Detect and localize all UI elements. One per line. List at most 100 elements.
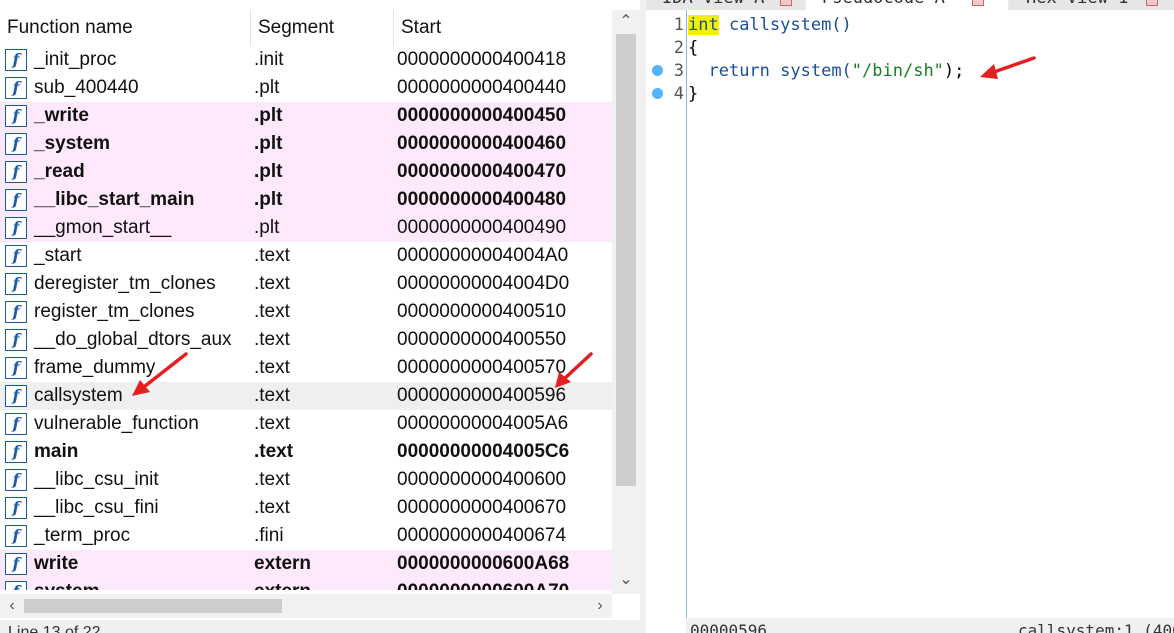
function-row[interactable]: f _read .plt 0000000000400470 — [0, 158, 612, 186]
function-row[interactable]: f main .text 00000000004005C6 — [0, 438, 612, 466]
function-row[interactable]: f __libc_start_main .plt 0000000000400480 — [0, 186, 612, 214]
function-row[interactable]: f sub_400440 .plt 0000000000400440 — [0, 74, 612, 102]
string-literal: "/bin/sh" — [851, 61, 944, 81]
breakpoint-dot-icon[interactable] — [652, 65, 663, 76]
function-segment: .text — [254, 441, 294, 462]
function-name: __do_global_dtors_aux — [34, 329, 232, 350]
function-segment: .plt — [254, 77, 280, 98]
function-icon: f — [5, 133, 27, 155]
function-name: _write — [34, 105, 89, 126]
status-location: callsystem:1 (400596) — [1018, 621, 1174, 633]
function-segment: .text — [254, 385, 290, 406]
column-header-function-name[interactable]: Function name — [0, 10, 250, 46]
function-icon: f — [5, 77, 27, 99]
function-start-address: 0000000000400440 — [397, 77, 567, 98]
breakpoint-dot-icon[interactable] — [652, 88, 663, 99]
function-row[interactable]: f __libc_csu_init .text 0000000000400600 — [0, 466, 612, 494]
column-header-segment[interactable]: Segment — [250, 10, 393, 46]
vertical-scrollbar[interactable]: ⌃ ⌄ — [612, 10, 640, 594]
function-icon: f — [5, 385, 27, 407]
line-number: 3 — [673, 61, 684, 81]
function-name: main — [34, 441, 79, 462]
function-icon: f — [5, 469, 27, 491]
function-row[interactable]: f __libc_csu_fini .text 0000000000400670 — [0, 494, 612, 522]
function-signature: callsystem() — [718, 15, 852, 35]
function-icon: f — [5, 105, 27, 127]
pseudocode-status-line: 00000596 callsystem:1 (400596) — [686, 618, 1174, 633]
chevron-up-icon[interactable]: ⌃ — [612, 10, 640, 34]
function-icon: f — [5, 301, 27, 323]
vertical-scrollbar-thumb[interactable] — [616, 34, 636, 486]
function-start-address: 00000000004004A0 — [397, 245, 569, 266]
function-start-address: 0000000000400480 — [397, 189, 567, 210]
function-segment: .plt — [254, 133, 283, 154]
function-segment: .text — [254, 273, 290, 294]
function-start-address: 00000000004005A6 — [397, 413, 569, 434]
horizontal-scrollbar-thumb[interactable] — [24, 599, 282, 613]
functions-status-line: Line 13 of 22 — [0, 620, 640, 633]
pseudocode-editor[interactable]: 1 2 3 4 int callsystem() { return system… — [646, 10, 1174, 618]
close-icon[interactable] — [972, 0, 984, 6]
tab-ida-view-a[interactable]: IDA View-A — [646, 0, 804, 10]
tab-label: IDA View-A — [662, 0, 764, 8]
function-segment: .text — [254, 413, 290, 434]
function-icon: f — [5, 413, 27, 435]
function-name: _term_proc — [34, 525, 131, 546]
function-icon: f — [5, 245, 27, 267]
function-icon: f — [5, 581, 27, 590]
function-row[interactable]: f vulnerable_function .text 00000000004005A… — [0, 410, 612, 438]
function-row[interactable]: f _term_proc .fini 0000000000400674 — [0, 522, 612, 550]
function-row[interactable]: f _system .plt 0000000000400460 — [0, 130, 612, 158]
chevron-down-icon[interactable]: ⌄ — [612, 568, 640, 592]
function-icon: f — [5, 525, 27, 547]
tab-label: Hex View-1 — [1026, 0, 1128, 8]
chevron-right-icon[interactable]: › — [588, 594, 612, 618]
function-name: deregister_tm_clones — [34, 273, 216, 294]
function-icon: f — [5, 329, 27, 351]
function-start-address: 0000000000400596 — [397, 385, 567, 406]
function-name: _read — [34, 161, 85, 182]
close-icon[interactable] — [1146, 0, 1158, 6]
function-segment: extern — [254, 553, 312, 574]
code-line-4[interactable]: } — [688, 82, 698, 106]
function-row[interactable]: f __gmon_start__ .plt 0000000000400490 — [0, 214, 612, 242]
functions-table-body: f _init_proc .init 0000000000400418 f sub_400… — [0, 46, 612, 590]
function-row[interactable]: fsystem extern 0000000000600A70 — [0, 578, 612, 590]
function-row[interactable]: f __do_global_dtors_aux .text 0000000000400… — [0, 326, 612, 354]
function-start-address: 0000000000600A70 — [397, 578, 569, 590]
tab-hex-view-1[interactable]: Hex View-1 — [1010, 0, 1174, 10]
function-segment: .text — [254, 301, 290, 322]
function-segment: .plt — [254, 217, 280, 238]
close-icon[interactable] — [780, 0, 792, 6]
function-start-address: 0000000000400550 — [397, 329, 567, 350]
function-row[interactable]: f callsystem .text 0000000000400596 — [0, 382, 612, 410]
function-row[interactable]: f write extern 0000000000600A68 — [0, 550, 612, 578]
function-row[interactable]: f _init_proc .init 0000000000400418 — [0, 46, 612, 74]
function-name: __libc_csu_init — [34, 469, 159, 490]
function-segment: .plt — [254, 105, 283, 126]
function-segment: .fini — [254, 525, 284, 546]
function-start-address: 0000000000400450 — [397, 105, 567, 126]
function-name: __libc_start_main — [34, 189, 195, 210]
function-segment: .text — [254, 357, 290, 378]
function-start-address: 0000000000400490 — [397, 217, 567, 238]
code-line-2[interactable]: { — [688, 36, 698, 60]
horizontal-scrollbar[interactable]: ‹ › — [0, 594, 612, 618]
function-row[interactable]: f frame_dummy .text 0000000000400570 — [0, 354, 612, 382]
function-row[interactable]: f register_tm_clones .text 0000000000400510 — [0, 298, 612, 326]
function-icon: f — [5, 273, 27, 295]
function-row[interactable]: f _start .text 00000000004004A0 — [0, 242, 612, 270]
function-name: frame_dummy — [34, 357, 156, 378]
function-name: system — [34, 578, 100, 590]
function-row[interactable]: f deregister_tm_clones .text 00000000004004… — [0, 270, 612, 298]
code-line-3[interactable]: return system("/bin/sh"); — [688, 59, 964, 83]
column-header-start[interactable]: Start — [393, 10, 612, 46]
function-start-address: 0000000000400460 — [397, 133, 567, 154]
function-start-address: 0000000000400510 — [397, 301, 567, 322]
function-row[interactable]: f _write .plt 0000000000400450 — [0, 102, 612, 130]
keyword-int: int — [688, 15, 719, 35]
code-line-1[interactable]: int callsystem() — [688, 13, 852, 37]
chevron-left-icon[interactable]: ‹ — [0, 594, 24, 618]
function-icon: f — [5, 441, 27, 463]
tab-pseudocode-a[interactable]: Pseudocode-A — [806, 0, 1008, 10]
